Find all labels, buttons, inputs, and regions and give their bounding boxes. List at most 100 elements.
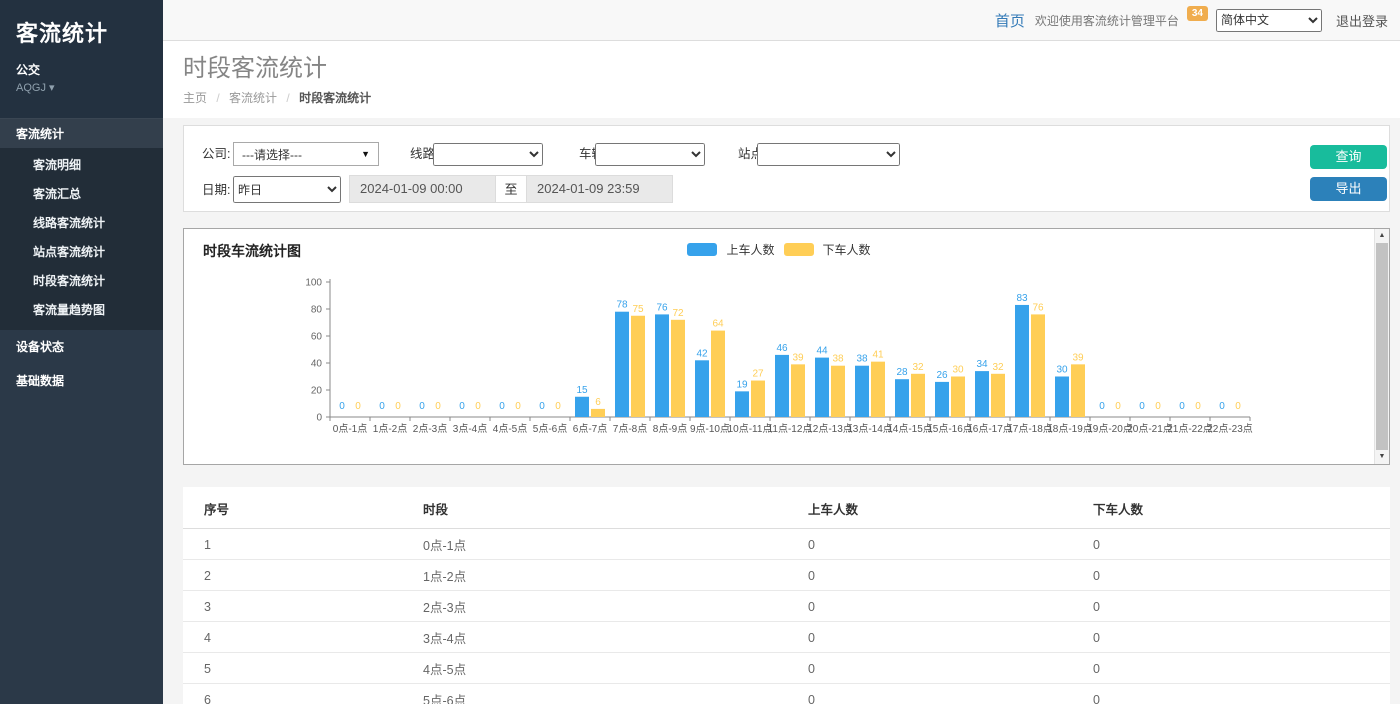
scrollbar-thumb[interactable]	[1376, 243, 1388, 450]
svg-text:64: 64	[712, 319, 724, 330]
date-to-input[interactable]: 2024-01-09 23:59	[526, 175, 673, 203]
sidebar-section-label: 客流统计	[16, 127, 64, 141]
language-select[interactable]: 简体中文	[1216, 9, 1322, 32]
svg-text:22点-23点: 22点-23点	[1207, 423, 1253, 435]
svg-text:0: 0	[499, 401, 505, 412]
table-cell: 6	[183, 684, 415, 704]
svg-text:6点-7点: 6点-7点	[573, 423, 607, 435]
svg-text:28: 28	[896, 367, 908, 378]
table-row: 54点-5点00	[183, 653, 1390, 684]
legend-swatch	[687, 243, 717, 256]
table-cell: 0	[800, 684, 1085, 704]
svg-text:32: 32	[992, 362, 1004, 373]
table-cell: 0	[800, 622, 1085, 653]
breadcrumb-home[interactable]: 主页	[183, 91, 207, 105]
svg-text:0: 0	[539, 401, 545, 412]
svg-text:39: 39	[792, 352, 804, 363]
col-header-period: 时段	[415, 487, 800, 529]
sidebar-item-客流汇总[interactable]: 客流汇总	[0, 179, 163, 208]
breadcrumb: 主页 / 客流统计 / 时段客流统计	[183, 91, 1400, 105]
table-cell: 0	[1085, 622, 1390, 653]
svg-text:4点-5点: 4点-5点	[493, 423, 527, 435]
export-button[interactable]: 导出	[1310, 177, 1387, 201]
svg-text:0: 0	[1195, 401, 1201, 412]
svg-text:0: 0	[1115, 401, 1121, 412]
svg-text:0: 0	[419, 401, 425, 412]
table-cell: 0	[1085, 529, 1390, 560]
table-row: 43点-4点00	[183, 622, 1390, 653]
svg-text:27: 27	[752, 369, 764, 380]
scroll-up-icon[interactable]: ▲	[1375, 229, 1389, 243]
station-select[interactable]	[757, 143, 900, 166]
svg-text:34: 34	[976, 359, 988, 370]
sidebar-item-线路客流统计[interactable]: 线路客流统计	[0, 208, 163, 237]
sidebar-section-base-data[interactable]: 基础数据	[0, 364, 163, 398]
svg-text:10点-11点: 10点-11点	[728, 423, 773, 435]
sidebar-section-device-status[interactable]: 设备状态	[0, 330, 163, 364]
table-cell: 0	[800, 560, 1085, 591]
svg-text:83: 83	[1016, 293, 1028, 304]
date-from-input[interactable]: 2024-01-09 00:00	[349, 175, 496, 203]
filter-panel: 公司: ---请选择--- ▼ 线路: 车辆: 站点: 日期: 昨日 2024-…	[183, 125, 1390, 212]
table-cell: 4	[183, 622, 415, 653]
col-header-index: 序号	[183, 487, 415, 529]
sidebar-item-时段客流统计[interactable]: 时段客流统计	[0, 266, 163, 295]
table-row: 10点-1点00	[183, 529, 1390, 560]
svg-text:80: 80	[311, 305, 323, 316]
sidebar-item-客流量趋势图[interactable]: 客流量趋势图	[0, 295, 163, 324]
scroll-down-icon[interactable]: ▼	[1375, 450, 1389, 464]
content: 公司: ---请选择--- ▼ 线路: 车辆: 站点: 日期: 昨日 2024-…	[163, 118, 1400, 704]
logout-link[interactable]: 退出登录	[1336, 11, 1388, 30]
table-cell: 0	[800, 529, 1085, 560]
svg-text:12点-13点: 12点-13点	[807, 423, 853, 435]
query-button[interactable]: 查询	[1310, 145, 1387, 169]
svg-text:30: 30	[1056, 365, 1068, 376]
breadcrumb-section[interactable]: 客流统计	[229, 91, 277, 105]
table-cell: 0点-1点	[415, 529, 800, 560]
svg-text:0: 0	[316, 413, 322, 424]
table-cell: 1点-2点	[415, 560, 800, 591]
svg-text:0: 0	[475, 401, 481, 412]
svg-text:0: 0	[1155, 401, 1161, 412]
sidebar-section-passenger-stats[interactable]: 客流统计	[0, 118, 163, 148]
svg-text:18点-19点: 18点-19点	[1047, 423, 1093, 435]
table-cell: 3点-4点	[415, 622, 800, 653]
svg-text:0: 0	[1219, 401, 1225, 412]
sidebar-submenu: 客流明细客流汇总线路客流统计站点客流统计时段客流统计客流量趋势图	[0, 148, 163, 330]
svg-text:7点-8点: 7点-8点	[613, 423, 647, 435]
svg-text:76: 76	[656, 302, 668, 313]
sidebar-item-客流明细[interactable]: 客流明细	[0, 150, 163, 179]
table-cell: 0	[1085, 560, 1390, 591]
table-cell: 0	[1085, 591, 1390, 622]
vehicle-select[interactable]	[595, 143, 705, 166]
svg-text:19: 19	[736, 379, 748, 390]
col-header-alighting: 下车人数	[1085, 487, 1390, 529]
date-preset-select[interactable]: 昨日	[233, 176, 341, 203]
welcome-text: 欢迎使用客流统计管理平台	[1035, 12, 1179, 29]
sidebar-section-label: 基础数据	[16, 374, 64, 388]
table-row: 65点-6点00	[183, 684, 1390, 704]
svg-text:60: 60	[311, 332, 323, 343]
svg-text:3点-4点: 3点-4点	[453, 423, 487, 435]
table-cell: 0	[800, 653, 1085, 684]
table-cell: 2	[183, 560, 415, 591]
notification-badge: 34	[1187, 6, 1208, 21]
legend-swatch	[784, 243, 814, 256]
svg-text:40: 40	[311, 359, 323, 370]
svg-text:76: 76	[1032, 302, 1044, 313]
company-select[interactable]: ---请选择--- ▼	[233, 142, 379, 166]
org-code-dropdown[interactable]: AQGJ ▾	[16, 81, 147, 94]
home-link[interactable]: 首页	[995, 10, 1025, 31]
svg-text:0: 0	[1139, 401, 1145, 412]
svg-text:19点-20点: 19点-20点	[1087, 423, 1133, 435]
date-label: 日期:	[202, 178, 230, 202]
svg-text:38: 38	[856, 354, 868, 365]
page-header: 时段客流统计 主页 / 客流统计 / 时段客流统计	[163, 41, 1400, 118]
svg-text:11点-12点: 11点-12点	[768, 423, 813, 435]
line-select[interactable]	[433, 143, 543, 166]
table-cell: 0	[800, 591, 1085, 622]
svg-text:0: 0	[555, 401, 561, 412]
sidebar-item-站点客流统计[interactable]: 站点客流统计	[0, 237, 163, 266]
col-header-boarding: 上车人数	[800, 487, 1085, 529]
chart-vertical-scrollbar[interactable]: ▲ ▼	[1374, 229, 1389, 464]
